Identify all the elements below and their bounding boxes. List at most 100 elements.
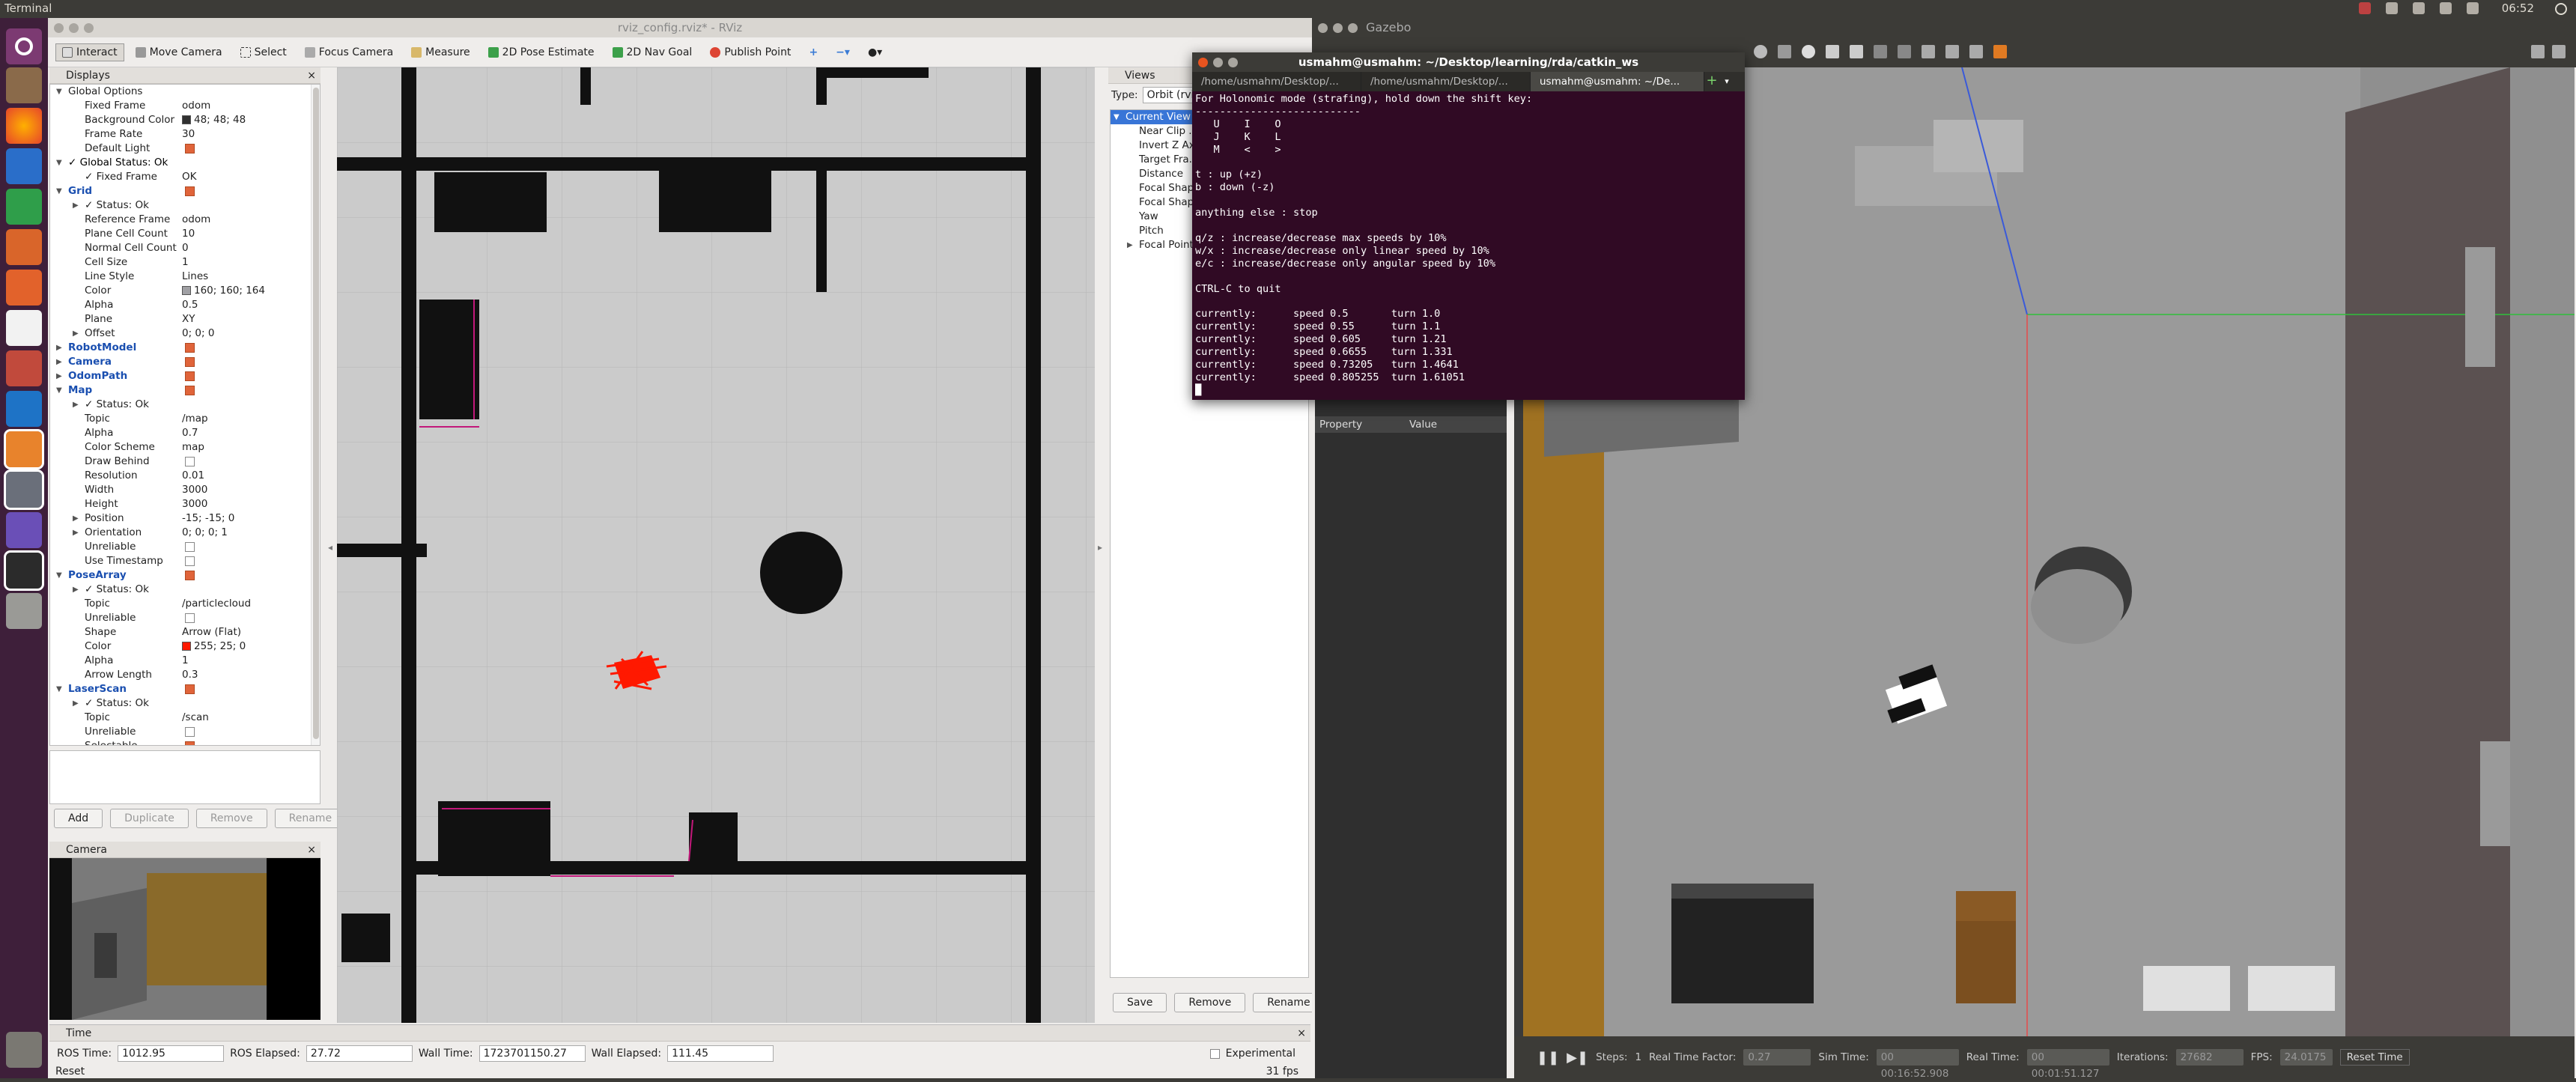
ros-elapsed-field[interactable]: 27.72: [306, 1045, 413, 1062]
display-property-value[interactable]: 0; 0; 0: [182, 326, 214, 341]
volume-icon[interactable]: [2467, 2, 2479, 14]
remove-view-button[interactable]: Remove: [1174, 993, 1246, 1012]
duplicate-display-button[interactable]: Duplicate: [110, 809, 189, 828]
add-display-button[interactable]: Add: [54, 809, 103, 828]
collapse-arrow-icon[interactable]: ▼: [56, 156, 62, 170]
tool-2d-pose-estimate[interactable]: 2D Pose Estimate: [482, 43, 601, 61]
display-property-value[interactable]: 1: [182, 654, 189, 668]
display-property-value[interactable]: 0.3: [182, 668, 198, 682]
display-row[interactable]: ▶ Camera: [50, 355, 320, 369]
display-row[interactable]: ▶ ✓ Status: Ok: [50, 398, 320, 412]
display-row[interactable]: Reference Frame odom: [50, 213, 320, 227]
rviz-launcher-icon[interactable]: [4, 469, 44, 510]
power-icon[interactable]: [2555, 3, 2567, 15]
steps-value[interactable]: 1: [1635, 1051, 1641, 1063]
remove-tool-icon[interactable]: −▾: [829, 43, 857, 61]
display-property-value[interactable]: map: [182, 440, 204, 455]
minimize-icon[interactable]: [1333, 23, 1343, 33]
cylinder-shape-icon[interactable]: [1778, 45, 1791, 58]
property-checkbox[interactable]: [185, 371, 195, 381]
experimental-checkbox[interactable]: [1209, 1048, 1220, 1059]
display-row[interactable]: Unreliable: [50, 725, 320, 739]
tool-move-camera[interactable]: Move Camera: [129, 43, 229, 61]
maximize-icon[interactable]: [1348, 23, 1358, 33]
trash-icon[interactable]: [6, 1032, 42, 1068]
expand-arrow-icon[interactable]: ▶: [56, 355, 62, 369]
wifi-icon[interactable]: [2413, 2, 2425, 14]
display-row[interactable]: ▶ ✓ Status: Ok: [50, 198, 320, 213]
display-row[interactable]: Color Scheme map: [50, 440, 320, 455]
snap-icon[interactable]: [1945, 45, 1959, 58]
expand-arrow-icon[interactable]: ▶: [73, 696, 79, 711]
display-row[interactable]: ▶ Offset 0; 0; 0: [50, 326, 320, 341]
rename-display-button[interactable]: Rename: [274, 809, 347, 828]
amazon-icon[interactable]: [6, 310, 42, 346]
property-checkbox[interactable]: [185, 542, 195, 552]
display-row[interactable]: Draw Behind: [50, 455, 320, 469]
display-row[interactable]: Topic/map: [50, 412, 320, 426]
display-property-value[interactable]: /particlecloud: [182, 597, 251, 611]
paste-icon[interactable]: [1898, 45, 1911, 58]
display-property-value[interactable]: 30: [182, 127, 195, 142]
display-row[interactable]: Normal Cell Count 0: [50, 241, 320, 255]
display-row[interactable]: Alpha 0.7: [50, 426, 320, 440]
property-checkbox[interactable]: [185, 144, 195, 154]
keyboard-icon[interactable]: [2386, 2, 2398, 14]
expand-arrow-icon[interactable]: ▶: [1127, 238, 1133, 252]
terminal-window[interactable]: usmahm@usmahm: ~/Desktop/learning/rda/ca…: [1192, 52, 1745, 400]
display-row[interactable]: Topic/scan: [50, 711, 320, 725]
display-property-value[interactable]: 1: [182, 255, 189, 270]
display-row[interactable]: Alpha 1: [50, 654, 320, 668]
display-row[interactable]: ▼ ✓ Global Status: Ok: [50, 156, 320, 170]
close-icon[interactable]: [54, 23, 64, 33]
display-row[interactable]: ▶ OdomPath: [50, 369, 320, 383]
expand-arrow-icon[interactable]: ▶: [73, 198, 79, 213]
collapse-arrow-icon[interactable]: ▼: [56, 85, 62, 99]
display-row[interactable]: ▼ PoseArray: [50, 568, 320, 583]
display-row[interactable]: ▼ Grid: [50, 184, 320, 198]
add-tool-icon[interactable]: +: [802, 43, 824, 61]
display-row[interactable]: Line Style Lines: [50, 270, 320, 284]
expand-arrow-icon[interactable]: ▶: [56, 369, 62, 383]
display-row[interactable]: ▼ LaserScan: [50, 682, 320, 696]
settings-icon[interactable]: [6, 350, 42, 386]
display-row[interactable]: ▶ ✓ Status: Ok: [50, 583, 320, 597]
save-view-button[interactable]: Save: [1113, 993, 1167, 1012]
tool-properties-icon[interactable]: ●▾: [861, 43, 889, 61]
display-row[interactable]: Height 3000: [50, 497, 320, 511]
property-checkbox[interactable]: [185, 613, 195, 623]
reset-button[interactable]: Reset: [55, 1066, 85, 1078]
close-panel-icon[interactable]: ×: [307, 67, 316, 84]
property-checkbox[interactable]: [185, 186, 195, 196]
screenshot-icon[interactable]: [2531, 45, 2545, 58]
close-icon[interactable]: [1198, 58, 1208, 67]
ubuntu-dash-icon[interactable]: [6, 28, 42, 64]
display-row[interactable]: ▶ RobotModel: [50, 341, 320, 355]
expand-arrow-icon[interactable]: ▶: [73, 326, 79, 341]
terminal-tab-3[interactable]: usmahm@usmahm: ~/De...: [1531, 72, 1704, 91]
close-panel-icon[interactable]: ×: [307, 842, 316, 858]
point-light-icon[interactable]: [1826, 45, 1839, 58]
impress-icon[interactable]: [6, 229, 42, 265]
collapse-arrow-icon[interactable]: ▼: [56, 383, 62, 398]
terminal-tab-1[interactable]: /home/usmahm/Desktop/...: [1192, 72, 1361, 91]
display-row[interactable]: Unreliable: [50, 540, 320, 554]
close-panel-icon[interactable]: ×: [1297, 1025, 1306, 1042]
expand-arrow-icon[interactable]: ▶: [56, 341, 62, 355]
display-row[interactable]: Background Color 48; 48; 48: [50, 113, 320, 127]
display-row[interactable]: Fixed Frame odom: [50, 99, 320, 113]
property-checkbox[interactable]: [185, 571, 195, 580]
display-property-value[interactable]: 0.01: [182, 469, 204, 483]
collapse-arrow-icon[interactable]: ▼: [56, 184, 62, 198]
property-checkbox[interactable]: [185, 741, 195, 745]
expand-arrow-icon[interactable]: ▶: [73, 511, 79, 526]
property-checkbox[interactable]: [185, 343, 195, 353]
display-property-value[interactable]: /map: [182, 412, 208, 426]
tool-interact[interactable]: Interact: [55, 43, 124, 61]
display-row[interactable]: ▼ Map: [50, 383, 320, 398]
display-row[interactable]: Plane Cell Count 10: [50, 227, 320, 241]
display-property-value[interactable]: Lines: [182, 270, 208, 284]
display-property-value[interactable]: 0.7: [182, 426, 198, 440]
display-row[interactable]: Color 255; 25; 0: [50, 639, 320, 654]
calc-icon[interactable]: [6, 189, 42, 225]
